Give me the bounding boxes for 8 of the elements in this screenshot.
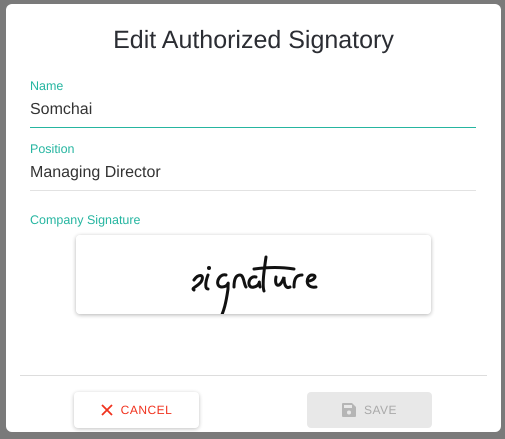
- field-label: Company Signature: [30, 213, 142, 227]
- dialog-title: Edit Authorized Signatory: [112, 26, 395, 55]
- text-field[interactable]: Somchai: [30, 99, 476, 128]
- close-icon: [100, 404, 113, 416]
- field-label: Position: [30, 142, 76, 156]
- text-field[interactable]: Managing Director: [30, 162, 476, 191]
- cancel-button[interactable]: CANCEL: [74, 392, 199, 428]
- field-label: Name: [30, 79, 64, 93]
